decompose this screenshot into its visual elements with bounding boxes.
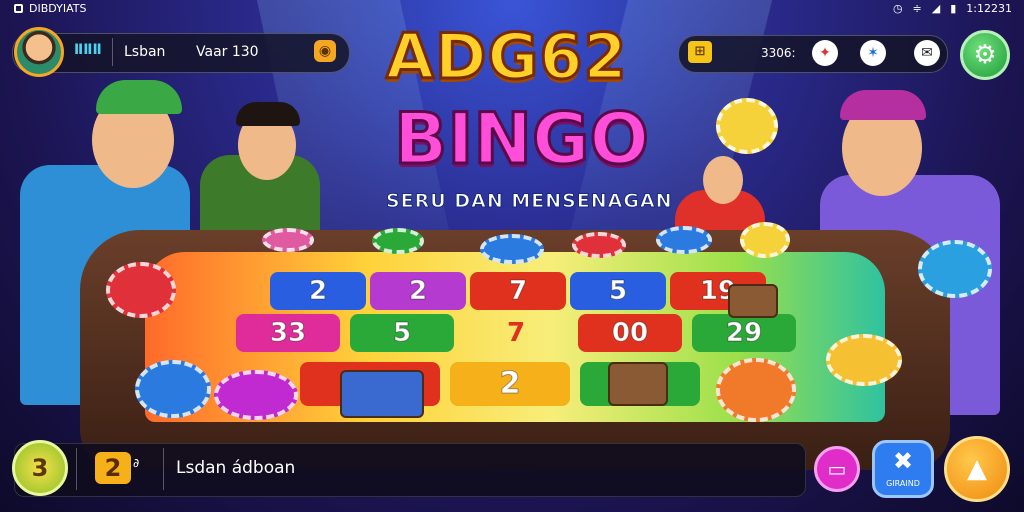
poker-chip: [716, 358, 796, 422]
bingo-cell[interactable]: 7: [470, 272, 566, 310]
poker-chip: [826, 334, 902, 386]
poker-chip: [656, 226, 712, 254]
divider: [76, 448, 77, 490]
poker-chip: [214, 370, 298, 420]
divider: [112, 38, 113, 66]
signal-icon: ◢: [931, 2, 941, 15]
battery-icon: ▮: [950, 2, 957, 15]
status-left-text: DIBDYIATS: [29, 2, 87, 15]
poker-chip: [740, 222, 790, 258]
bingo-card-tile: [340, 370, 424, 418]
bingo-marker-tile: [728, 284, 778, 318]
player-avatar[interactable]: [14, 27, 64, 77]
currency-value: 3306:: [761, 46, 796, 60]
bingo-cell[interactable]: 2: [270, 272, 366, 310]
chat-message-text[interactable]: Lsdan ádboan: [176, 458, 295, 478]
game-title-line1: ADG62: [385, 19, 629, 95]
bingo-cell[interactable]: 5: [350, 314, 454, 352]
poker-chip: [372, 228, 424, 254]
share-button[interactable]: ✶: [860, 40, 886, 66]
divider: [163, 448, 164, 490]
coin-add-button[interactable]: ◉: [314, 40, 336, 62]
bingo-marker-tile: [608, 362, 668, 406]
compass-button[interactable]: ✦: [812, 40, 838, 66]
bottom-action-bar: [14, 443, 806, 497]
poker-chip: [716, 98, 778, 154]
gift-button[interactable]: ✉: [914, 40, 940, 66]
wifi-icon: ≑: [912, 2, 922, 15]
status-bar: DIBDYIATS ◷ ≑ ◢ ▮ 1:12231: [0, 0, 1024, 18]
ticket-button[interactable]: 2: [95, 452, 131, 484]
tools-button[interactable]: ✖ GIRAIND: [872, 440, 934, 498]
alarm-icon: ◷: [892, 2, 903, 15]
chest-icon[interactable]: ⊞: [688, 41, 712, 63]
poker-chip: [135, 360, 211, 418]
poker-chip: [918, 240, 992, 298]
status-time: 1:12231: [966, 2, 1012, 15]
bonus-coin-button[interactable]: 3: [12, 440, 68, 496]
wrench-cross-icon: ✖: [892, 447, 914, 475]
poker-chip: [106, 262, 176, 318]
settings-gear-button[interactable]: ⚙: [960, 30, 1010, 80]
bingo-cell[interactable]: 33: [236, 314, 340, 352]
player-level: Vaar 130: [196, 44, 259, 60]
stats-icon: ⅡⅡⅡ: [74, 42, 102, 58]
bingo-cell[interactable]: 5: [570, 272, 666, 310]
tools-label: GIRAIND: [886, 479, 920, 488]
game-subtitle: SERU DAN MENSENAGAN: [386, 190, 673, 213]
player-name: Lsban: [124, 44, 166, 60]
bingo-cell[interactable]: 2: [370, 272, 466, 310]
game-title-line2: BINGO: [393, 97, 651, 182]
bingo-cell[interactable]: 7: [464, 314, 568, 352]
poker-chip: [262, 228, 314, 252]
bingo-cell[interactable]: 2: [450, 362, 570, 406]
ticket-count-icon: ∂: [133, 456, 140, 470]
app-icon: [14, 4, 23, 13]
shop-button[interactable]: ▲: [944, 436, 1010, 502]
message-button[interactable]: ▭: [814, 446, 860, 492]
poker-chip: [572, 232, 626, 258]
bingo-cell[interactable]: 29: [692, 314, 796, 352]
bingo-cell[interactable]: 00: [578, 314, 682, 352]
poker-chip: [480, 234, 544, 264]
